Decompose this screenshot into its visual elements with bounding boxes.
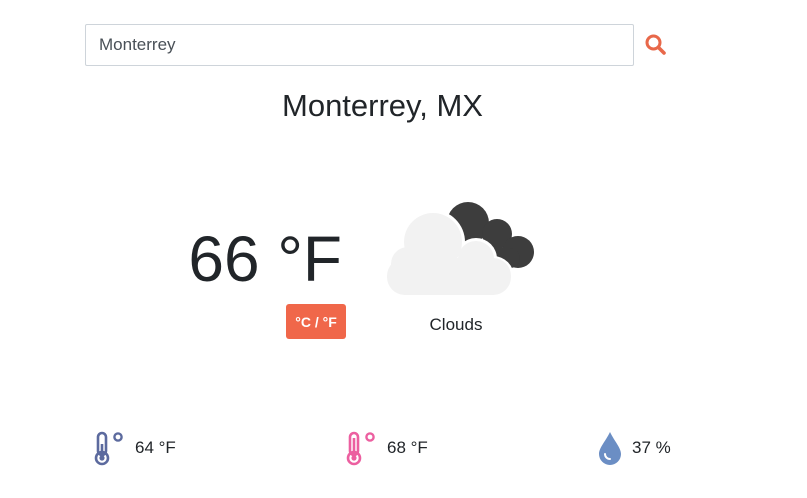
humidity-value: 37 % — [632, 438, 671, 457]
min-temperature: 64 °F — [92, 428, 176, 468]
partly-cloudy-icon — [384, 202, 534, 298]
min-temperature-value: 64 °F — [135, 438, 176, 457]
search-icon — [645, 34, 666, 55]
search-button[interactable] — [643, 32, 669, 58]
location-title: Monterrey, MX — [282, 88, 483, 123]
max-temperature-value: 68 °F — [387, 438, 428, 457]
weather-condition: Clouds — [429, 315, 483, 334]
humidity-drop-icon — [599, 432, 621, 465]
unit-toggle-button[interactable]: °C / °F — [286, 304, 346, 339]
max-temperature: 68 °F — [344, 428, 428, 468]
temperature-value: 66 °F — [188, 223, 342, 295]
humidity: 37 % — [597, 428, 671, 468]
search-bar — [85, 24, 675, 66]
thermometer-low-icon — [94, 431, 123, 466]
search-input[interactable] — [85, 24, 634, 66]
thermometer-high-icon — [346, 431, 375, 466]
